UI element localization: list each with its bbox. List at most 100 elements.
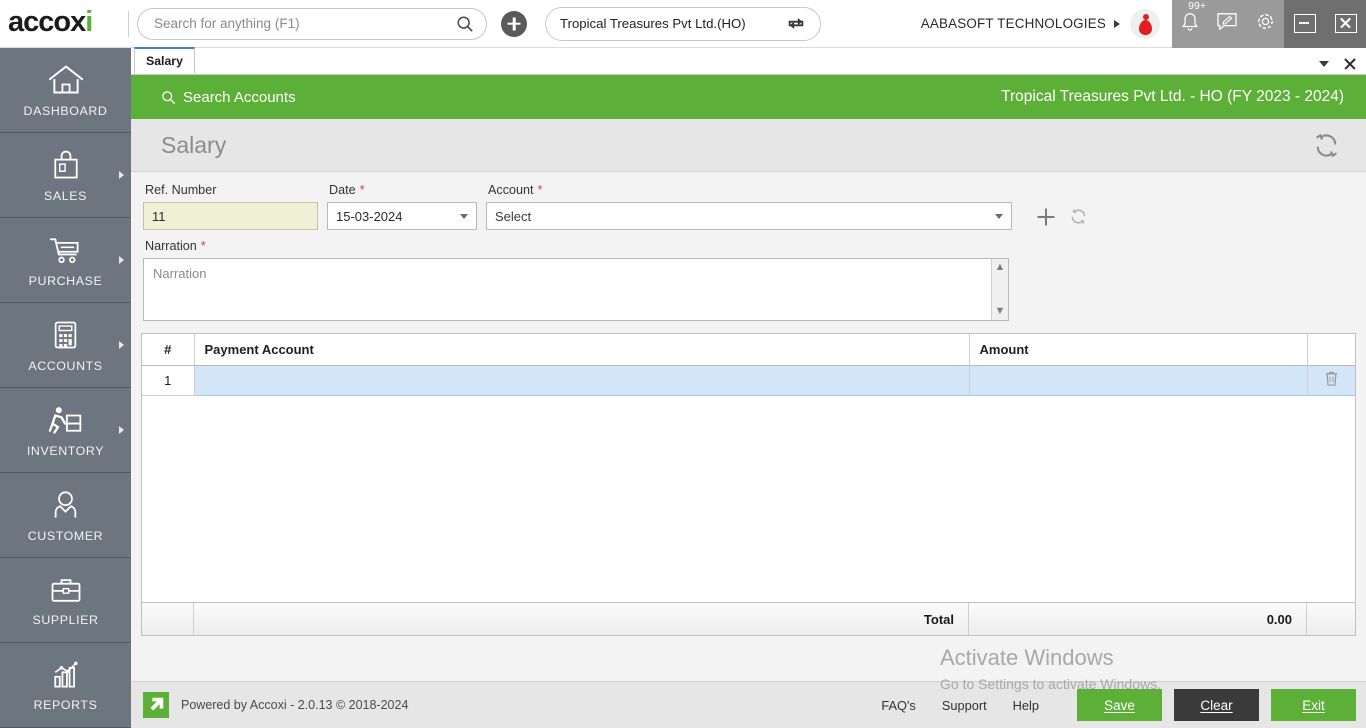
table-header-row: # Payment Account Amount <box>142 334 1355 366</box>
faq-link[interactable]: FAQ's <box>881 698 915 713</box>
shopping-cart-icon <box>49 237 79 263</box>
column-header-amount: Amount <box>969 334 1308 366</box>
field-ref-number: Ref. Number 11 <box>143 183 318 230</box>
account-actions <box>1037 207 1088 230</box>
green-header-bar: Search Accounts Tropical Treasures Pvt L… <box>131 75 1366 119</box>
tab-label: Salary <box>146 54 183 68</box>
notification-badge: 99+ <box>1188 0 1206 12</box>
sidebar-item-label: PURCHASE <box>28 273 103 288</box>
organization-area: AABASOFT TECHNOLOGIES 99+ <box>921 0 1366 48</box>
exit-button-label: Exit <box>1302 697 1325 713</box>
account-value: Select <box>495 208 532 224</box>
total-end-cell <box>1307 603 1355 635</box>
ref-number-input[interactable]: 11 <box>143 202 318 230</box>
avatar[interactable] <box>1130 8 1160 39</box>
required-asterisk: * <box>200 238 206 253</box>
sidebar-item-customer[interactable]: CUSTOMER <box>0 473 131 558</box>
exit-button[interactable]: Exit <box>1271 689 1356 721</box>
avatar-drop-small-icon <box>1143 13 1149 20</box>
page-header: Salary <box>131 119 1366 172</box>
scroll-down-icon[interactable]: ▼ <box>995 306 1006 317</box>
scroll-up-icon[interactable]: ▲ <box>995 262 1006 273</box>
gear-icon <box>1257 12 1274 30</box>
sidebar-item-reports[interactable]: REPORTS <box>0 643 131 728</box>
sidebar-item-label: SUPPLIER <box>32 612 99 627</box>
close-window-button[interactable] <box>1334 14 1357 33</box>
global-search[interactable] <box>137 7 487 40</box>
table-empty-space <box>142 395 1355 602</box>
clear-button[interactable]: Clear <box>1174 689 1259 721</box>
ref-number-value: 11 <box>152 208 166 224</box>
sidebar-item-accounts[interactable]: ACCOUNTS <box>0 303 131 388</box>
account-select[interactable]: Select <box>486 202 1012 230</box>
accoxi-logo: accoxi <box>0 6 128 39</box>
settings-button[interactable] <box>1255 11 1276 37</box>
cell-payment-account[interactable] <box>194 365 970 396</box>
payment-accounts-table: # Payment Account Amount 1 Total 0.00 <box>141 333 1356 636</box>
company-selector[interactable]: Tropical Treasures Pvt Ltd.(HO) <box>545 6 821 41</box>
help-link[interactable]: Help <box>1013 698 1039 713</box>
save-button[interactable]: Save <box>1077 689 1162 721</box>
sidebar-item-supplier[interactable]: SUPPLIER <box>0 558 131 643</box>
sidebar-item-label: CUSTOMER <box>27 528 104 543</box>
tab-bar-controls <box>1319 57 1366 74</box>
tab-bar: Salary <box>131 47 1366 75</box>
person-icon <box>54 490 77 518</box>
table: # Payment Account Amount 1 <box>142 334 1355 396</box>
powered-by-text: Powered by Accoxi - 2.0.13 © 2018-2024 <box>181 698 409 712</box>
total-spacer <box>142 603 194 635</box>
sidebar-item-label: INVENTORY <box>26 443 105 458</box>
narration-placeholder: Narration <box>153 266 207 281</box>
bell-icon <box>1182 12 1199 31</box>
cell-amount[interactable] <box>969 365 1308 396</box>
table-row[interactable]: 1 <box>142 365 1355 396</box>
messages-button[interactable] <box>1216 12 1238 36</box>
search-input[interactable] <box>154 16 456 31</box>
logo-accent: i <box>85 6 93 38</box>
support-link[interactable]: Support <box>942 698 987 713</box>
calculator-icon <box>54 321 77 348</box>
search-icon <box>457 15 473 32</box>
sidebar-item-label: SALES <box>44 188 87 203</box>
narration-scrollbar[interactable]: ▲ ▼ <box>991 259 1008 320</box>
close-tab-icon[interactable] <box>1343 57 1356 70</box>
form-area: Ref. Number 11 Date * 15-03-2024 Account… <box>131 172 1366 327</box>
sidebar-expand-arrow-icon <box>119 341 124 349</box>
date-label-text: Date <box>329 183 356 197</box>
required-asterisk: * <box>537 182 543 197</box>
narration-textarea[interactable]: Narration ▲ ▼ <box>143 258 1009 321</box>
footer-actions: FAQ's Support Help Save Clear Exit <box>881 689 1356 721</box>
logo-divider <box>128 10 129 37</box>
minimize-button[interactable] <box>1293 14 1316 33</box>
chevron-down-icon <box>460 213 468 219</box>
chevron-down-icon <box>995 213 1003 219</box>
page-title: Salary <box>161 131 227 158</box>
date-label: Date * <box>327 182 477 197</box>
total-label: Total <box>194 603 969 635</box>
sidebar-item-purchase[interactable]: PURCHASE <box>0 218 131 303</box>
field-account: Account * Select <box>486 182 1012 230</box>
switch-company-icon <box>788 18 804 29</box>
organization-caret-icon[interactable] <box>1114 19 1120 28</box>
sidebar-item-sales[interactable]: SALES <box>0 133 131 218</box>
trash-icon[interactable] <box>1324 370 1339 387</box>
warehouse-worker-icon <box>48 406 81 434</box>
main-content: Salary Search Accounts Tropical Treasure… <box>131 47 1366 728</box>
tab-salary[interactable]: Salary <box>134 47 195 74</box>
tab-list-caret-icon[interactable] <box>1319 60 1329 67</box>
quick-add-button[interactable] <box>501 10 527 37</box>
shopping-bag-icon <box>53 150 78 178</box>
field-narration: Narration * Narration ▲ ▼ <box>143 238 1345 321</box>
cell-delete <box>1307 365 1355 396</box>
add-account-icon[interactable] <box>1037 208 1054 225</box>
search-accounts-button[interactable]: Search Accounts <box>161 89 296 106</box>
date-input[interactable]: 15-03-2024 <box>327 202 477 230</box>
refresh-icon[interactable] <box>1312 131 1341 160</box>
sidebar-item-dashboard[interactable]: DASHBOARD <box>0 48 131 133</box>
briefcase-icon <box>51 578 80 602</box>
sidebar-item-inventory[interactable]: INVENTORY <box>0 388 131 473</box>
column-header-actions <box>1307 334 1355 366</box>
notifications-button[interactable]: 99+ <box>1180 0 1206 37</box>
refresh-accounts-icon[interactable] <box>1069 207 1088 226</box>
cell-row-index: 1 <box>142 365 195 396</box>
